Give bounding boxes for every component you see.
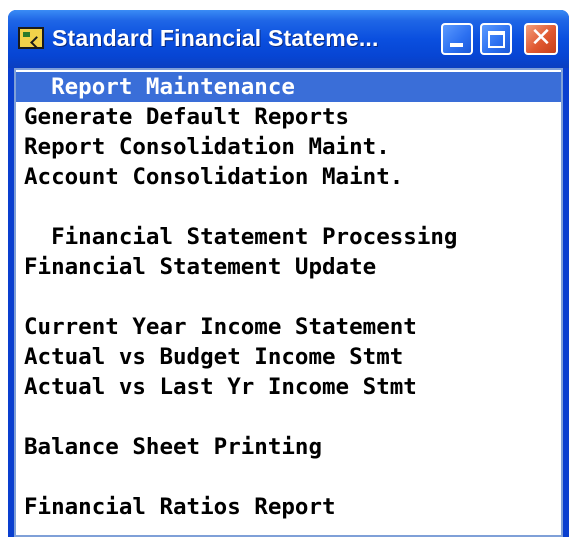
menu-item-actual-vs-budget-income-stmt[interactable]: Actual vs Budget Income Stmt [24, 342, 554, 372]
menu-item-financial-ratios-report[interactable]: Financial Ratios Report [24, 492, 554, 522]
close-button[interactable]: ✕ [524, 23, 558, 55]
menu-header-financial-statement-processing[interactable]: Financial Statement Processing [24, 222, 554, 252]
close-icon: ✕ [530, 23, 552, 53]
app-icon[interactable] [18, 27, 44, 49]
maximize-button[interactable] [480, 23, 512, 55]
app-window: Standard Financial Stateme... ✕ Report M… [8, 10, 569, 537]
menu-item-current-year-income-statement[interactable]: Current Year Income Statement [24, 312, 554, 342]
minimize-icon [450, 43, 463, 47]
title-bar[interactable]: Standard Financial Stateme... ✕ [8, 10, 569, 68]
menu-panel: Report Maintenance Generate Default Repo… [14, 68, 563, 537]
menu-item-generate-default-reports[interactable]: Generate Default Reports [24, 102, 554, 132]
maximize-icon [488, 31, 505, 48]
menu-item-balance-sheet-printing[interactable]: Balance Sheet Printing [24, 432, 554, 462]
window-title: Standard Financial Stateme... [52, 25, 379, 51]
menu-item-financial-statement-update[interactable]: Financial Statement Update [24, 252, 554, 282]
menu-header-report-maintenance[interactable]: Report Maintenance [16, 72, 561, 102]
menu-item-account-consolidation-maint[interactable]: Account Consolidation Maint. [24, 162, 554, 192]
menu-item-report-consolidation-maint[interactable]: Report Consolidation Maint. [24, 132, 554, 162]
minimize-button[interactable] [441, 23, 473, 55]
menu-item-actual-vs-last-yr-income-stmt[interactable]: Actual vs Last Yr Income Stmt [24, 372, 554, 402]
